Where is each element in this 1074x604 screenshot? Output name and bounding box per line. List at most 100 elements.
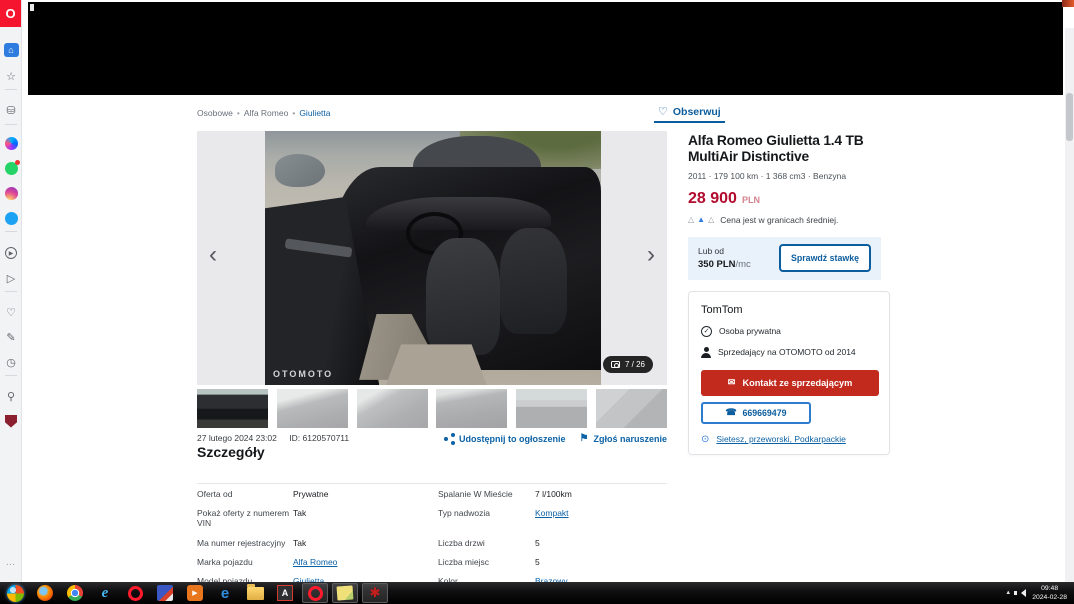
thumbnail[interactable] (436, 389, 508, 428)
workspaces-icon[interactable]: ⌂ (0, 40, 22, 60)
taskbar-firefox[interactable] (32, 583, 58, 603)
taskbar-file-explorer[interactable] (242, 583, 268, 603)
taskbar-clock[interactable]: 09:48 2024-02-28 (1032, 584, 1070, 602)
folder-icon (246, 583, 264, 600)
twitter-icon[interactable] (0, 208, 22, 228)
opera-icon (127, 585, 143, 601)
taskbar-edge[interactable]: e (212, 583, 238, 603)
seller-location-row: ⊙ Sietesz, przeworski, Podkarpackie (701, 434, 877, 445)
listing-date: 27 lutego 2024 23:02 (197, 433, 277, 443)
opera-logo-icon[interactable]: O (0, 0, 21, 27)
price-amount: 28 900 (688, 189, 737, 207)
flower-app-icon: ✱ (369, 585, 381, 600)
tray-expand-icon[interactable]: ▲ (1005, 590, 1011, 596)
instagram-icon[interactable] (0, 183, 22, 203)
thumbnail[interactable] (516, 389, 588, 428)
sidebar-divider (5, 375, 17, 376)
acrobat-icon: A (277, 585, 293, 601)
camera-icon (610, 361, 620, 368)
taskbar-acrobat[interactable]: A (272, 583, 298, 603)
otomoto-watermark: OTOMOTO (273, 369, 334, 379)
thumbnail[interactable] (595, 389, 667, 428)
thumbnail-image (356, 389, 428, 428)
shopping-bag-icon[interactable]: ⛁ (0, 100, 22, 120)
chrome-icon (67, 585, 83, 601)
browser-sidebar: O ⌂ ☆ ⛁ ▶ ▷ ♡ ✎ ◷ ⚲ … (0, 0, 22, 582)
more-icon[interactable]: … (0, 552, 22, 572)
send-icon[interactable]: ▷ (0, 268, 22, 288)
thumbnail[interactable] (197, 389, 268, 428)
gallery-prev-button[interactable]: ‹ (209, 243, 217, 267)
thumbnail[interactable] (356, 389, 428, 428)
location-pin-icon: ⊙ (701, 433, 710, 445)
listing-id: ID: 6120570711 (289, 433, 350, 443)
thumbnail[interactable] (276, 389, 348, 428)
person-icon (701, 346, 711, 358)
compose-icon[interactable]: ✎ (0, 327, 22, 347)
details-row: Ma numer rejestracyjny Tak Liczba drzwi … (197, 538, 540, 548)
phone-icon: ☎ (725, 407, 737, 418)
price-evaluation: △ ▲ △ Cena jest w granicach średniej. (688, 214, 839, 225)
check-rate-button[interactable]: Sprawdź stawkę (779, 244, 871, 273)
window-close-fragment[interactable] (1062, 0, 1074, 7)
player-icon[interactable]: ▶ (0, 243, 22, 263)
history-icon[interactable]: ◷ (0, 352, 22, 372)
price-mid-icon: ▲ (697, 215, 706, 225)
thumbnail-image (197, 389, 268, 428)
star-icon[interactable]: ☆ (0, 66, 22, 86)
price-currency: PLN (741, 194, 760, 205)
messenger-icon[interactable] (0, 133, 22, 153)
thumbnail-strip (197, 389, 667, 428)
body-type-link[interactable]: Kompakt (535, 508, 675, 518)
share-link[interactable]: Udostępnij to ogłoszenie (443, 433, 566, 444)
firefox-icon (37, 585, 53, 601)
breadcrumb-item[interactable]: Alfa Romeo (244, 108, 288, 118)
breadcrumb-item-current[interactable]: Giulietta (299, 108, 330, 118)
sidebar-divider (5, 231, 17, 232)
breadcrumb: Osobowe • Alfa Romeo • Giulietta (197, 108, 331, 118)
main-photo[interactable]: OTOMOTO (265, 131, 601, 385)
gallery-next-button[interactable]: › (647, 243, 655, 267)
location-link[interactable]: Sietesz, przeworski, Podkarpackie (716, 434, 845, 444)
brand-link[interactable]: Alfa Romeo (293, 557, 438, 567)
sidebar-divider (5, 89, 17, 90)
report-link[interactable]: ⚑ Zgłoś naruszenie (580, 433, 668, 444)
check-circle-icon: ✓ (701, 325, 712, 337)
clock-date: 2024-02-28 (1032, 594, 1067, 601)
breadcrumb-item[interactable]: Osobowe (197, 108, 233, 118)
taskbar-media-player[interactable]: ▶ (182, 583, 208, 603)
taskbar-media-center[interactable] (152, 583, 178, 603)
top-ad-banner (28, 2, 1063, 95)
price-row: 28 900 PLN (688, 190, 893, 208)
taskbar-sticky-notes[interactable] (332, 583, 358, 603)
details-row: Oferta od Prywatne Spalanie W Mieście 7 … (197, 489, 572, 499)
taskbar-opera[interactable] (122, 583, 148, 603)
price-high-icon: △ (708, 215, 715, 225)
phone-button[interactable]: ☎ 669669479 (701, 401, 811, 424)
screen: O ⌂ ☆ ⛁ ▶ ▷ ♡ ✎ ◷ ⚲ … Osobowe • Alfa Romeo… (0, 0, 1074, 604)
taskbar-chrome[interactable] (62, 583, 88, 603)
speaker-icon[interactable] (1014, 589, 1027, 597)
sidebar-divider (5, 291, 17, 292)
financing-period: /mc (735, 258, 751, 270)
heart-icon[interactable]: ♡ (0, 302, 22, 322)
photo-counter-badge: 7 / 26 (602, 356, 653, 373)
scrollbar-thumb[interactable] (1066, 93, 1073, 141)
page-scrollbar[interactable] (1065, 28, 1074, 582)
photo-passenger-seat (500, 227, 568, 335)
vpn-shield-icon[interactable] (0, 411, 22, 431)
opera-icon (307, 585, 323, 601)
contact-seller-button[interactable]: ✉ Kontakt ze sprzedającym (701, 369, 879, 396)
lightbulb-icon[interactable]: ⚲ (0, 386, 22, 406)
start-button[interactable] (2, 583, 28, 603)
whatsapp-icon[interactable] (0, 158, 22, 178)
details-row: Marka pojazdu Alfa Romeo Liczba miejsc 5 (197, 557, 540, 567)
internet-explorer-icon: e (101, 584, 109, 601)
taskbar-photo-app[interactable]: ✱ (362, 583, 388, 603)
taskbar-opera-active[interactable] (302, 583, 328, 603)
summary-column: Alfa Romeo Giulietta 1.4 TB MultiAir Dis… (688, 95, 893, 455)
financing-box: Lub od 350 PLN/mc Sprawdź stawkę (688, 236, 881, 280)
photo-ground (385, 344, 487, 385)
taskbar-internet-explorer[interactable]: e (92, 583, 118, 603)
details-divider (197, 483, 667, 484)
